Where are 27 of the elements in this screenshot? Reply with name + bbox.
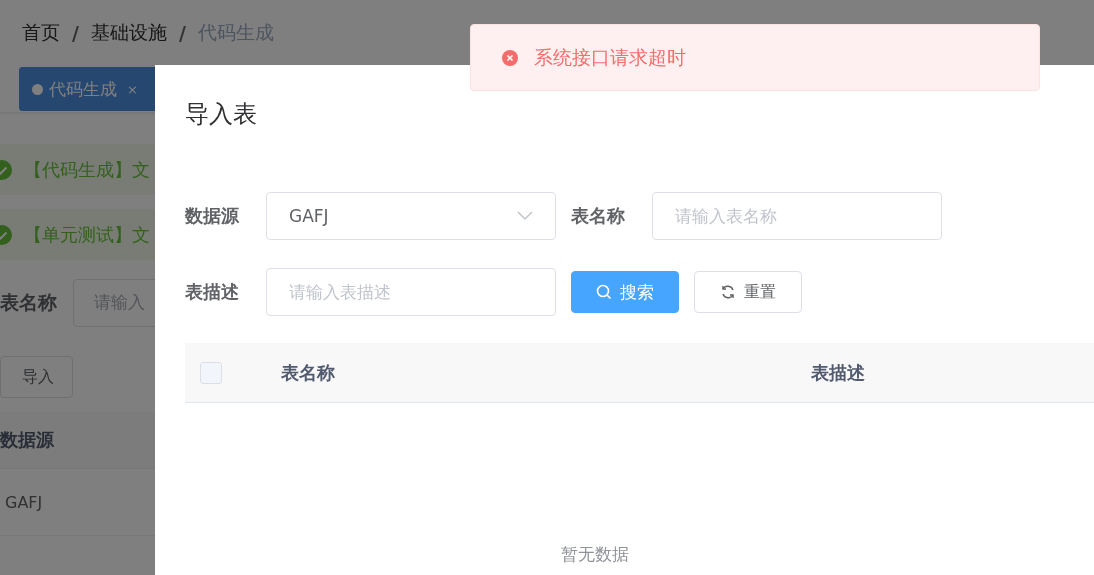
search-button[interactable]: 搜索 (571, 271, 679, 313)
select-all-checkbox[interactable] (200, 361, 222, 384)
column-header: 表描述 (810, 360, 866, 385)
chevron-down-icon (517, 211, 533, 221)
breadcrumb-item[interactable]: 基础设施 (90, 20, 167, 46)
column-header: 表名称 (280, 360, 336, 385)
field-label: 表名称 (0, 290, 57, 315)
field-label: 表名称 (571, 204, 626, 228)
import-button[interactable]: 导入 (0, 356, 73, 398)
refresh-icon (720, 284, 736, 300)
search-icon (596, 284, 612, 300)
data-source-select[interactable]: GAFJ (266, 192, 556, 240)
breadcrumb-separator: / (178, 22, 186, 44)
alert-text: 【单元测试】文 (24, 222, 150, 247)
text-field[interactable]: 请输入表描述 (266, 268, 556, 316)
breadcrumb-item[interactable]: 首页 (22, 20, 60, 46)
error-icon (502, 49, 518, 66)
table-cell: GAFJ (5, 492, 43, 512)
empty-text: 暂无数据 (560, 543, 629, 566)
reset-button[interactable]: 重置 (694, 271, 802, 313)
field-label: 数据源 (185, 204, 240, 228)
alert-text: 【代码生成】文 (24, 157, 150, 182)
column-header: 数据源 (0, 428, 54, 452)
dialog-title: 导入表 (185, 99, 258, 130)
toast-message: 系统接口请求超时 (534, 44, 686, 70)
breadcrumb-separator: / (72, 22, 79, 44)
text-field[interactable]: 请输入表名称 (652, 192, 942, 240)
